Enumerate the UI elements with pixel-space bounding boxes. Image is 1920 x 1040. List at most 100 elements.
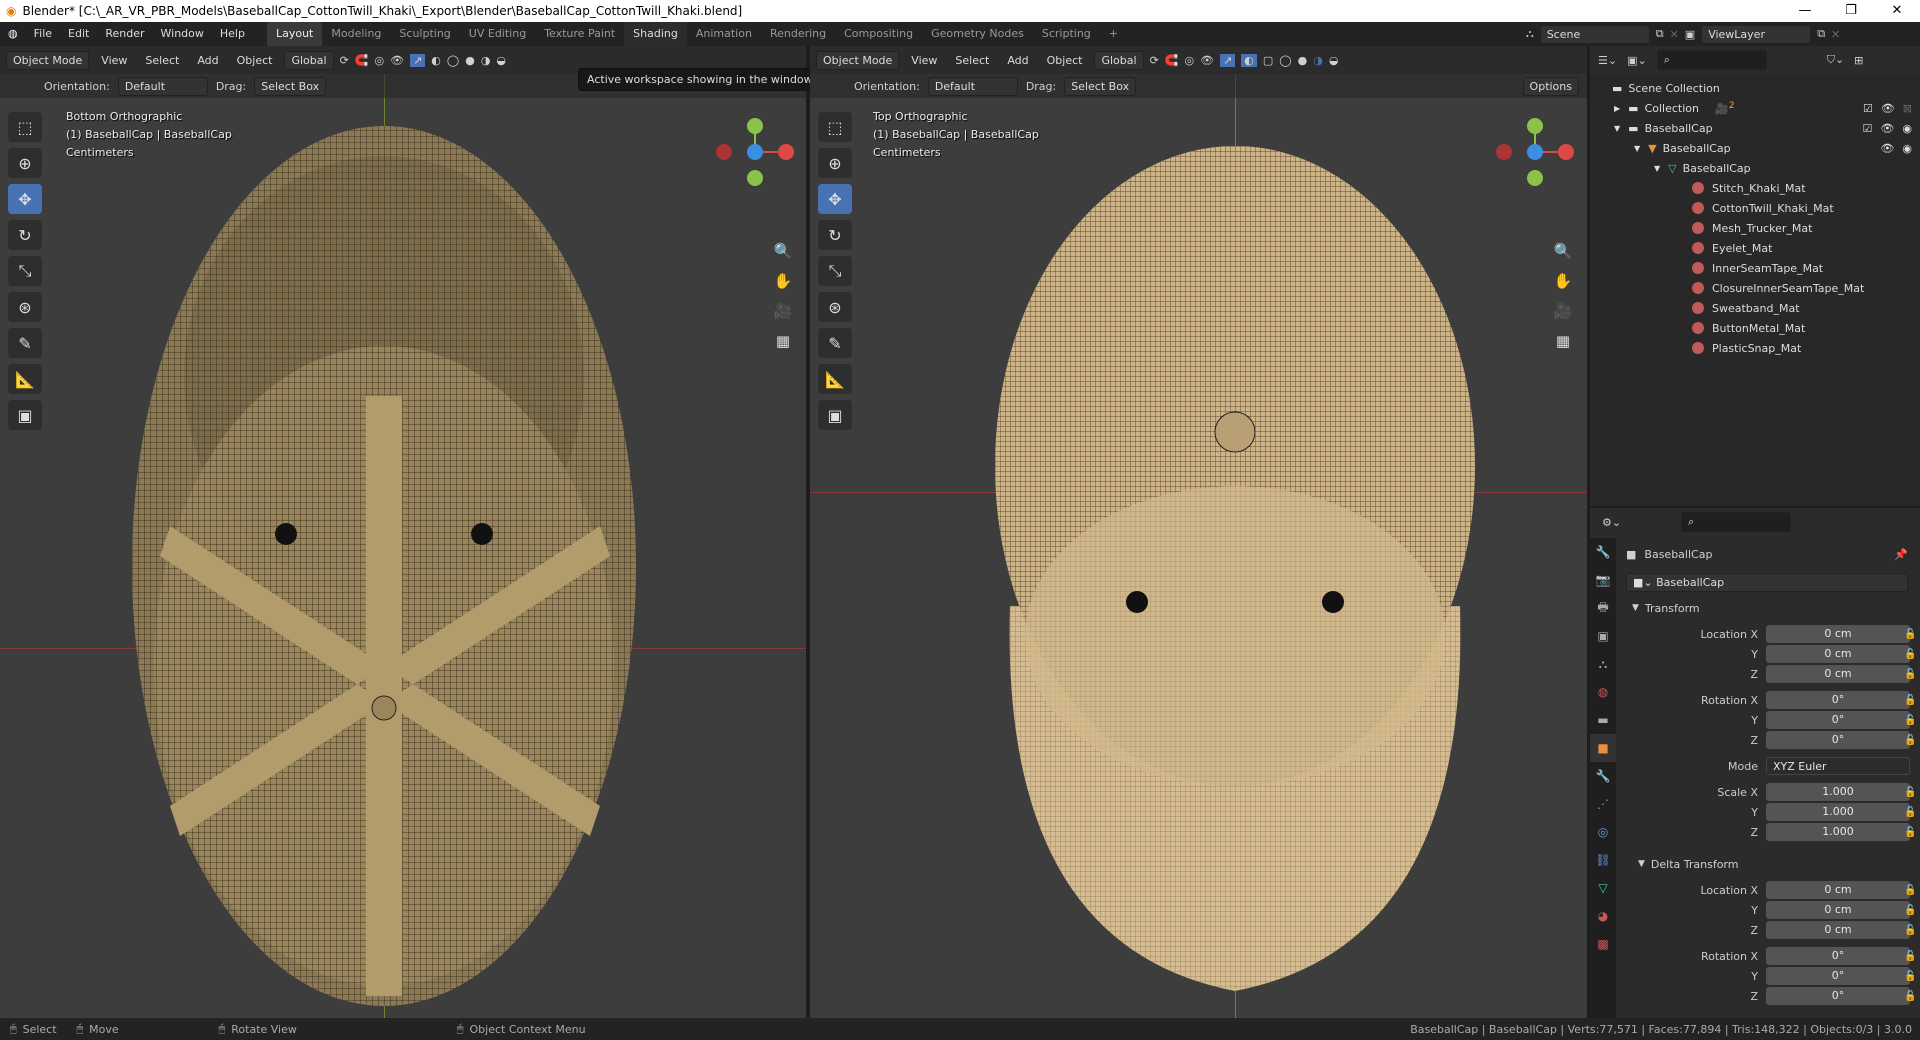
eye-icon[interactable]: 👁 <box>1880 122 1894 135</box>
property-field[interactable]: 0 cm <box>1766 645 1910 663</box>
lock-icon[interactable]: 🔓 <box>1904 905 1916 916</box>
menu-select[interactable]: Select <box>139 52 185 69</box>
tab-modeling[interactable]: Modeling <box>322 22 390 46</box>
tab-layout[interactable]: Layout <box>266 22 323 46</box>
add-cube-tool[interactable]: ▣ <box>818 400 852 430</box>
menu-add[interactable]: Add <box>191 52 224 69</box>
property-field[interactable]: 0° <box>1766 731 1910 749</box>
lock-icon[interactable]: 🔓 <box>1904 695 1916 706</box>
gizmo-toggle-icon[interactable]: ↗ <box>1220 53 1236 67</box>
shading-solid-icon[interactable]: ● <box>465 54 475 67</box>
move-tool[interactable]: ✥ <box>818 184 852 214</box>
measure-tool[interactable]: 📐 <box>8 364 42 394</box>
collection-tab-icon[interactable]: ▬ <box>1590 706 1616 734</box>
expand-arrow-icon[interactable]: ▼ <box>1614 124 1620 133</box>
visibility-icon[interactable]: 👁 <box>390 54 404 67</box>
data-tab-icon[interactable]: ▽ <box>1590 874 1616 902</box>
view-layer-selector[interactable]: ViewLayer <box>1701 24 1812 44</box>
properties-search-input[interactable]: ⌕ <box>1681 512 1792 532</box>
pivot-icon[interactable]: ⟳ <box>1150 54 1159 67</box>
eye-icon[interactable]: 👁 <box>1881 102 1895 115</box>
property-field[interactable]: 1.000 <box>1766 783 1910 801</box>
cursor-tool[interactable]: ⊕ <box>818 148 852 178</box>
snap-icon[interactable]: 🧲 <box>355 54 369 67</box>
overlay-toggle-icon[interactable]: ◐ <box>431 54 441 67</box>
viewport-right[interactable]: Object Mode View Select Add Object Globa… <box>810 46 1587 1018</box>
visibility-icon[interactable]: 👁 <box>1200 54 1214 67</box>
lock-icon[interactable]: 🔓 <box>1904 925 1916 936</box>
transform-orientation-selector[interactable]: Global <box>284 50 334 70</box>
zoom-icon[interactable]: 🔍 <box>770 238 796 264</box>
outliner-scene-collection[interactable]: ▬ Scene Collection <box>1590 78 1920 98</box>
outliner-cap-collection[interactable]: ▼ ▬ BaseballCap ☑ 👁 ◉ <box>1590 118 1920 138</box>
lock-icon[interactable]: 🔓 <box>1904 807 1916 818</box>
menu-select[interactable]: Select <box>949 52 995 69</box>
constraints-tab-icon[interactable]: ⛓ <box>1590 846 1616 874</box>
outliner-mesh[interactable]: ▼ ▽ BaseballCap <box>1590 158 1920 178</box>
property-field[interactable]: 0° <box>1766 967 1910 985</box>
pan-hand-icon[interactable]: ✋ <box>1550 268 1576 294</box>
select-box-tool[interactable]: ⬚ <box>818 112 852 142</box>
menu-file[interactable]: File <box>26 22 60 46</box>
outliner-search-input[interactable]: ⌕ <box>1656 50 1767 70</box>
outliner-material[interactable]: PlasticSnap_Mat <box>1590 338 1920 358</box>
tab-compositing[interactable]: Compositing <box>835 22 922 46</box>
orientation-selector[interactable]: Default <box>117 76 208 96</box>
display-mode-icon[interactable]: ☰⌄ <box>1598 54 1617 67</box>
expand-arrow-icon[interactable]: ▼ <box>1634 144 1640 153</box>
ortho-grid-icon[interactable]: ▦ <box>1550 328 1576 354</box>
snap-icon[interactable]: 🧲 <box>1165 54 1179 67</box>
menu-help[interactable]: Help <box>212 22 253 46</box>
remove-scene-icon[interactable]: ✕ <box>1670 28 1679 41</box>
material-tab-icon[interactable]: ◕ <box>1590 902 1616 930</box>
scene-icon[interactable]: ⛬ <box>1526 27 1534 41</box>
xray-icon[interactable]: ▢ <box>1263 54 1273 67</box>
new-view-layer-icon[interactable]: ⧉ <box>1817 27 1825 41</box>
rotate-tool[interactable]: ↻ <box>8 220 42 250</box>
property-field[interactable]: 0 cm <box>1766 625 1910 643</box>
transform-tool[interactable]: ⊛ <box>8 292 42 322</box>
lock-icon[interactable]: 🔓 <box>1904 991 1916 1002</box>
property-field[interactable]: 0° <box>1766 947 1910 965</box>
tab-animation[interactable]: Animation <box>687 22 761 46</box>
object-tab-icon[interactable]: ■ <box>1590 734 1616 762</box>
collapse-icon[interactable]: ▼ <box>1638 859 1645 869</box>
lock-icon[interactable]: 🔓 <box>1904 669 1916 680</box>
property-field[interactable]: 0° <box>1766 691 1910 709</box>
zoom-icon[interactable]: 🔍 <box>1550 238 1576 264</box>
overlay-toggle-icon[interactable]: ◐ <box>1241 53 1257 67</box>
delta-transform-panel-header[interactable]: ▼ Delta Transform <box>1626 854 1912 874</box>
menu-add[interactable]: Add <box>1001 52 1034 69</box>
mode-selector[interactable]: Object Mode <box>816 50 900 70</box>
property-field[interactable]: 0 cm <box>1766 665 1910 683</box>
outliner-material[interactable]: Sweatband_Mat <box>1590 298 1920 318</box>
shading-rendered-icon[interactable]: ◒ <box>496 54 506 67</box>
checkbox-icon[interactable]: ☑ <box>1863 102 1873 115</box>
lock-icon[interactable]: 🔓 <box>1904 787 1916 798</box>
shading-material-icon[interactable]: ◑ <box>1313 54 1323 67</box>
modifier-tab-icon[interactable]: 🔧 <box>1590 762 1616 790</box>
blender-menu-icon[interactable]: ◍ <box>0 22 26 46</box>
lock-icon[interactable]: 🔓 <box>1904 827 1916 838</box>
lock-icon[interactable]: 🔓 <box>1904 971 1916 982</box>
tab-texture-paint[interactable]: Texture Paint <box>535 22 624 46</box>
property-field[interactable]: 1.000 <box>1766 803 1910 821</box>
outliner-material[interactable]: Stitch_Khaki_Mat <box>1590 178 1920 198</box>
pivot-icon[interactable]: ⟳ <box>340 54 349 67</box>
tab-shading[interactable]: Shading <box>624 22 687 46</box>
menu-view[interactable]: View <box>905 52 943 69</box>
outliner-object[interactable]: ▼ ▼ BaseballCap 👁 ◉ <box>1590 138 1920 158</box>
render-tab-icon[interactable]: 📷 <box>1590 566 1616 594</box>
maximize-button[interactable]: ❐ <box>1828 0 1874 22</box>
drag-selector[interactable]: Select Box <box>1064 76 1137 96</box>
camera-view-icon[interactable]: 🎥 <box>770 298 796 324</box>
expand-arrow-icon[interactable]: ▼ <box>1654 164 1660 173</box>
view-layer-tab-icon[interactable]: ▣ <box>1590 622 1616 650</box>
mode-selector[interactable]: Object Mode <box>6 50 90 70</box>
transform-orientation-selector[interactable]: Global <box>1094 50 1144 70</box>
scene-tab-icon[interactable]: ⛬ <box>1590 650 1616 678</box>
property-field[interactable]: 0 cm <box>1766 881 1910 899</box>
menu-object[interactable]: Object <box>1041 52 1089 69</box>
orientation-selector[interactable]: Default <box>927 76 1018 96</box>
tab-uv-editing[interactable]: UV Editing <box>460 22 535 46</box>
